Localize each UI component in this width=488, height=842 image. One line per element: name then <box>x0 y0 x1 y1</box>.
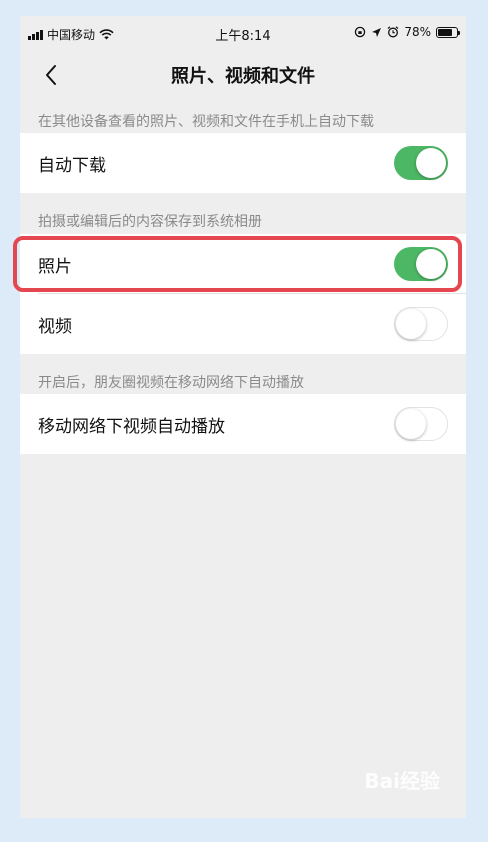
navigation-bar: 照片、视频和文件 <box>20 50 466 100</box>
photos-toggle[interactable] <box>394 247 448 281</box>
auto-download-toggle[interactable] <box>394 146 448 180</box>
status-right: 78% <box>354 25 460 39</box>
status-bar: 中国移动 上午8:14 78% <box>20 16 466 50</box>
alarm-icon <box>387 26 399 38</box>
save-section-hint: 拍摄或编辑后的内容保存到系统相册 <box>38 214 262 230</box>
toggle-knob <box>416 148 446 178</box>
location-icon <box>372 27 382 37</box>
videos-label: 视频 <box>38 317 72 337</box>
toggle-knob <box>396 409 426 439</box>
photos-label: 照片 <box>38 257 72 277</box>
phone-screen: 中国移动 上午8:14 78% 照片、视频和文件 在其他设备查看的照片、视频和文… <box>20 16 466 818</box>
autoplay-row[interactable]: 移动网络下视频自动播放 <box>20 394 466 454</box>
auto-download-label: 自动下载 <box>38 156 106 176</box>
battery-icon <box>436 26 460 38</box>
videos-row[interactable]: 视频 <box>20 294 466 354</box>
battery-fill <box>438 28 453 36</box>
autoplay-label: 移动网络下视频自动播放 <box>38 417 225 437</box>
photos-row[interactable]: 照片 <box>20 234 466 294</box>
watermark-text: Bai经验 <box>364 769 440 793</box>
toggle-knob <box>416 249 446 279</box>
videos-toggle[interactable] <box>394 307 448 341</box>
download-section-hint: 在其他设备查看的照片、视频和文件在手机上自动下载 <box>38 114 374 130</box>
toggle-knob <box>396 309 426 339</box>
baidu-watermark: Bai经验 <box>364 765 440 794</box>
page-title: 照片、视频和文件 <box>171 66 315 87</box>
auto-download-row[interactable]: 自动下载 <box>20 133 466 193</box>
rotation-lock-icon <box>355 26 366 38</box>
autoplay-section-hint: 开启后，朋友圈视频在移动网络下自动播放 <box>38 375 304 391</box>
autoplay-toggle[interactable] <box>394 407 448 441</box>
battery-percent: 78% <box>404 25 431 39</box>
